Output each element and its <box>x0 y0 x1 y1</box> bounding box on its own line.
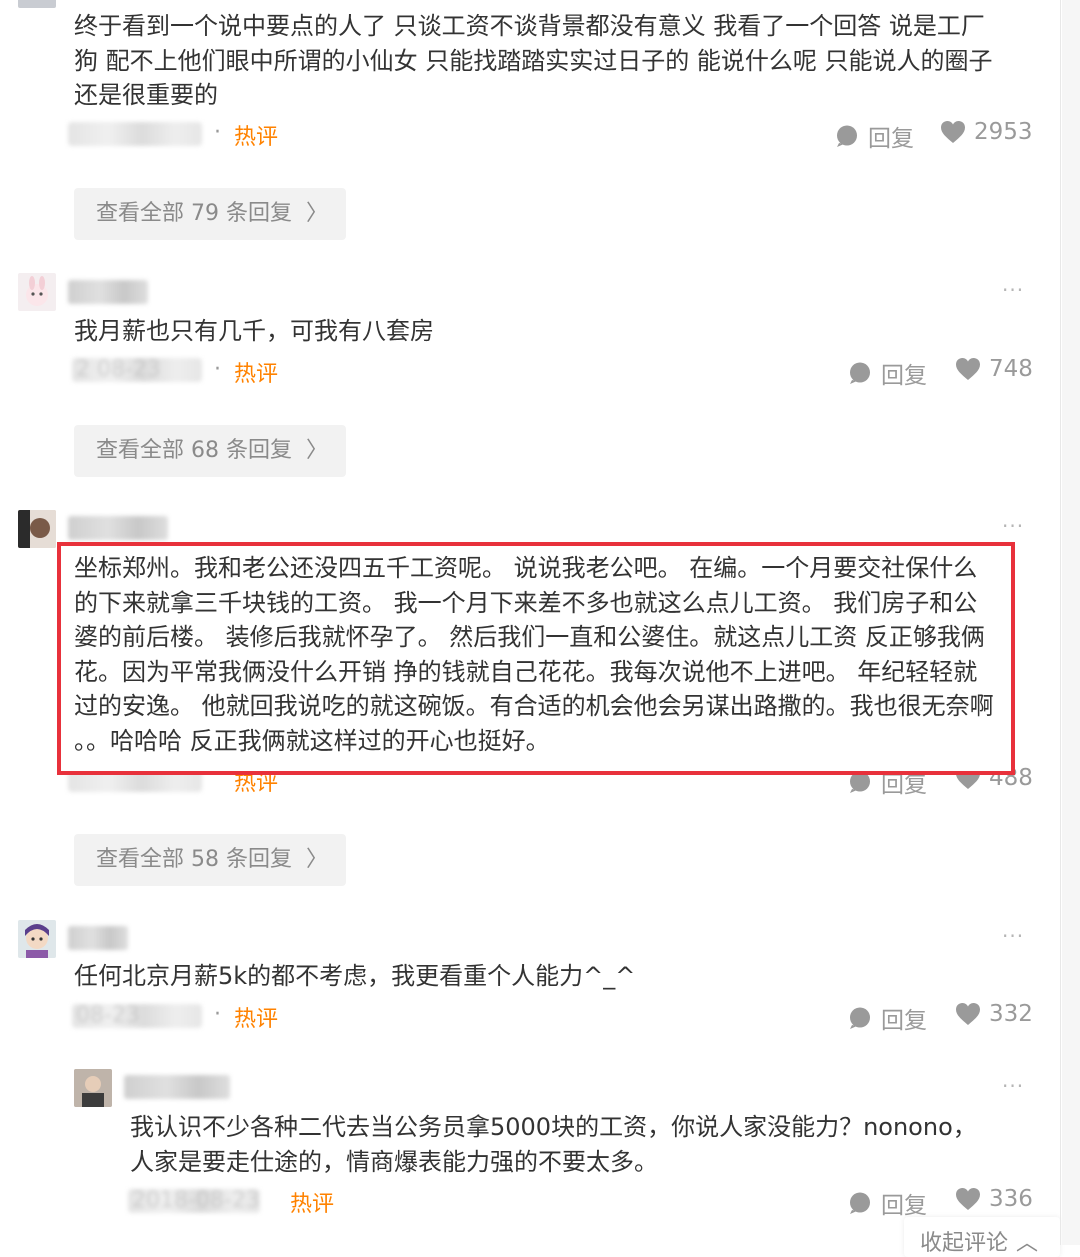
comment-text: 终于看到一个说中要点的人了 只谈工资不谈背景都没有意义 我看了一个回答 说是工厂… <box>74 9 993 113</box>
speech-bubble-icon <box>850 1192 870 1214</box>
comment-text: 任何北京月薪5k的都不考虑，我更看重个人能力^_^ <box>74 959 635 994</box>
username[interactable] <box>124 1075 230 1099</box>
speech-bubble-icon <box>837 125 857 147</box>
heart-icon <box>956 358 980 380</box>
avatar[interactable] <box>18 920 56 958</box>
avatar[interactable] <box>18 510 56 548</box>
avatar[interactable] <box>18 0 56 8</box>
comment-line: 终于看到一个说中要点的人了 只谈工资不谈背景都没有意义 我看了一个回答 说是工厂 <box>74 12 985 40</box>
comment-date: 08-23 <box>72 1004 202 1028</box>
comment-line: 我月薪也只有几千，可我有八套房 <box>74 317 434 345</box>
meta-separator: · <box>214 120 221 145</box>
username[interactable] <box>68 516 168 540</box>
comment-text: 我认识不少各种二代去当公务员拿5000块的工资，你说人家没能力？nonono， … <box>130 1110 977 1179</box>
like-button[interactable]: 336 <box>955 1186 1033 1212</box>
comment-date <box>68 122 202 146</box>
comment-date: 2018-08-23 <box>128 1189 260 1213</box>
like-count: 2953 <box>974 119 1033 145</box>
highlight-box <box>57 542 1015 775</box>
speech-bubble-icon <box>850 362 870 384</box>
avatar[interactable] <box>18 273 56 311</box>
collapse-comments-label: 收起评论 <box>920 1231 1009 1256</box>
chevron-up-icon: ︿ <box>1016 1231 1039 1256</box>
view-all-replies-label: 查看全部 79 条回复 <box>96 201 292 226</box>
comment-line: 我认识不少各种二代去当公务员拿5000块的工资，你说人家没能力？nonono， <box>130 1113 977 1141</box>
like-count: 336 <box>989 1186 1033 1212</box>
more-options-icon[interactable]: ··· <box>1002 1074 1024 1098</box>
reply-label: 回复 <box>881 363 927 389</box>
hot-comment-badge: 热评 <box>234 1007 279 1032</box>
hot-comment-badge: 热评 <box>290 1192 335 1217</box>
view-all-replies-label: 查看全部 68 条回复 <box>96 438 292 463</box>
heart-icon <box>956 1003 980 1025</box>
view-all-replies-button[interactable]: 查看全部 79 条回复 〉 <box>74 188 346 240</box>
meta-separator: · <box>214 357 221 382</box>
like-button[interactable]: 748 <box>955 356 1033 382</box>
heart-icon <box>941 121 965 143</box>
comment-line: 还是很重要的 <box>74 81 218 109</box>
more-options-icon[interactable]: ··· <box>1002 924 1024 948</box>
hot-comment-badge: 热评 <box>234 362 279 387</box>
comment-line: 人家是要走仕途的，情商爆表能力强的不要太多。 <box>130 1147 658 1176</box>
more-options-icon[interactable]: ··· <box>1002 278 1024 302</box>
avatar[interactable] <box>74 1069 112 1107</box>
view-all-replies-button[interactable]: 查看全部 68 条回复 〉 <box>74 425 346 477</box>
username[interactable] <box>68 280 148 304</box>
reply-button[interactable]: 回复 <box>849 356 927 390</box>
comment-line: 任何北京月薪5k的都不考虑，我更看重个人能力^_^ <box>74 962 636 990</box>
collapse-comments-button[interactable]: 收起评论 ︿ <box>904 1217 1060 1257</box>
comment-line: 狗 配不上他们眼中所谓的小仙女 只能找踏踏实实过日子的 能说什么呢 只能说人的圈… <box>74 46 993 75</box>
reply-button[interactable]: 回复 <box>836 119 914 153</box>
hot-comment-badge: 热评 <box>234 125 279 150</box>
chevron-right-icon: 〉 <box>305 201 328 226</box>
like-count: 748 <box>989 356 1033 382</box>
speech-bubble-icon <box>850 1007 870 1029</box>
page-divider <box>1060 0 1061 1245</box>
like-count: 332 <box>989 1001 1033 1027</box>
chevron-right-icon: 〉 <box>305 847 328 872</box>
reply-label: 回复 <box>868 126 914 152</box>
like-button[interactable]: 332 <box>955 1001 1033 1027</box>
more-options-icon[interactable]: ··· <box>1002 514 1024 538</box>
username[interactable] <box>68 926 128 950</box>
meta-separator: · <box>214 1002 221 1027</box>
reply-label: 回复 <box>881 1008 927 1034</box>
view-all-replies-label: 查看全部 58 条回复 <box>96 847 292 872</box>
scrollbar[interactable] <box>1062 0 1080 1245</box>
reply-label: 回复 <box>881 1193 927 1219</box>
heart-icon <box>956 1188 980 1210</box>
chevron-right-icon: 〉 <box>305 438 328 463</box>
reply-button[interactable]: 回复 <box>849 1001 927 1035</box>
comment-date: 2 08-23 <box>72 358 202 382</box>
reply-button[interactable]: 回复 <box>849 1186 927 1220</box>
view-all-replies-button[interactable]: 查看全部 58 条回复 〉 <box>74 834 346 886</box>
comment-text: 我月薪也只有几千，可我有八套房 <box>74 314 434 349</box>
like-button[interactable]: 2953 <box>940 119 1033 145</box>
